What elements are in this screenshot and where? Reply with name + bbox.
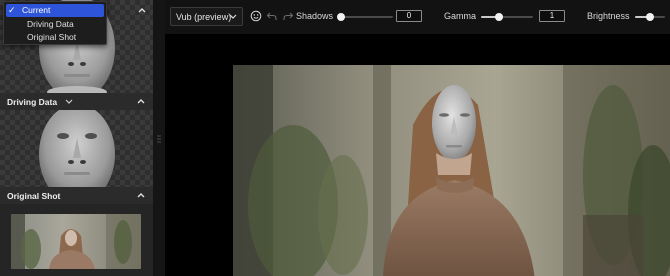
menu-item-label: Original Shot [27, 32, 77, 42]
gamma-slider-knob[interactable] [495, 13, 504, 21]
driving-data-header: Driving Data [0, 93, 153, 110]
menu-item-current[interactable]: ✓ Current [6, 4, 104, 17]
chevron-down-icon [229, 14, 237, 19]
chevron-up-icon[interactable] [136, 96, 146, 106]
checkmark-icon: ✓ [8, 5, 16, 15]
left-panel: ✓ Current Driving Data Original Shot Dri… [0, 0, 153, 276]
original-shot-header: Original Shot [0, 187, 153, 204]
driving-data-thumbnail [0, 110, 153, 187]
section-title: Original Shot [7, 190, 61, 201]
shadows-value-input[interactable]: 0 [396, 10, 422, 22]
menu-item-label: Driving Data [27, 19, 74, 29]
menu-item-original-shot[interactable]: Original Shot [4, 31, 106, 44]
drag-handle-icon[interactable] [157, 135, 161, 143]
chevron-up-icon[interactable] [136, 190, 146, 200]
menu-item-label: Current [22, 5, 51, 15]
menu-item-driving-data[interactable]: Driving Data [4, 18, 106, 31]
model-select-value: Vub (preview) [176, 11, 232, 22]
preview-image [233, 65, 670, 276]
chevron-up-icon[interactable] [137, 5, 147, 15]
original-shot-thumbnail[interactable] [11, 214, 141, 269]
gamma-value-input[interactable]: 1 [539, 10, 565, 22]
driving-face-mesh [39, 110, 115, 187]
face-icon[interactable] [250, 10, 262, 22]
original-shot-image [11, 214, 141, 269]
top-toolbar: Vub (preview) Shadows 0 Gamma 1 Brightne… [165, 0, 670, 34]
brightness-slider[interactable] [635, 13, 665, 21]
chevron-down-icon[interactable] [63, 96, 75, 108]
shadows-label: Shadows [296, 11, 334, 21]
gamma-label: Gamma [444, 11, 477, 21]
preview-viewer [165, 34, 670, 276]
model-select[interactable]: Vub (preview) [170, 7, 243, 26]
gamma-slider[interactable] [481, 13, 533, 21]
brightness-label: Brightness [587, 11, 630, 21]
shadows-slider[interactable] [337, 13, 393, 21]
shadows-slider-knob[interactable] [337, 13, 345, 21]
redo-icon[interactable] [282, 10, 294, 22]
brightness-slider-knob[interactable] [646, 13, 654, 21]
preview-frame [233, 65, 670, 276]
view-source-dropdown-menu: ✓ Current Driving Data Original Shot [3, 1, 107, 45]
undo-icon[interactable] [266, 10, 278, 22]
section-title: Driving Data [7, 96, 58, 107]
